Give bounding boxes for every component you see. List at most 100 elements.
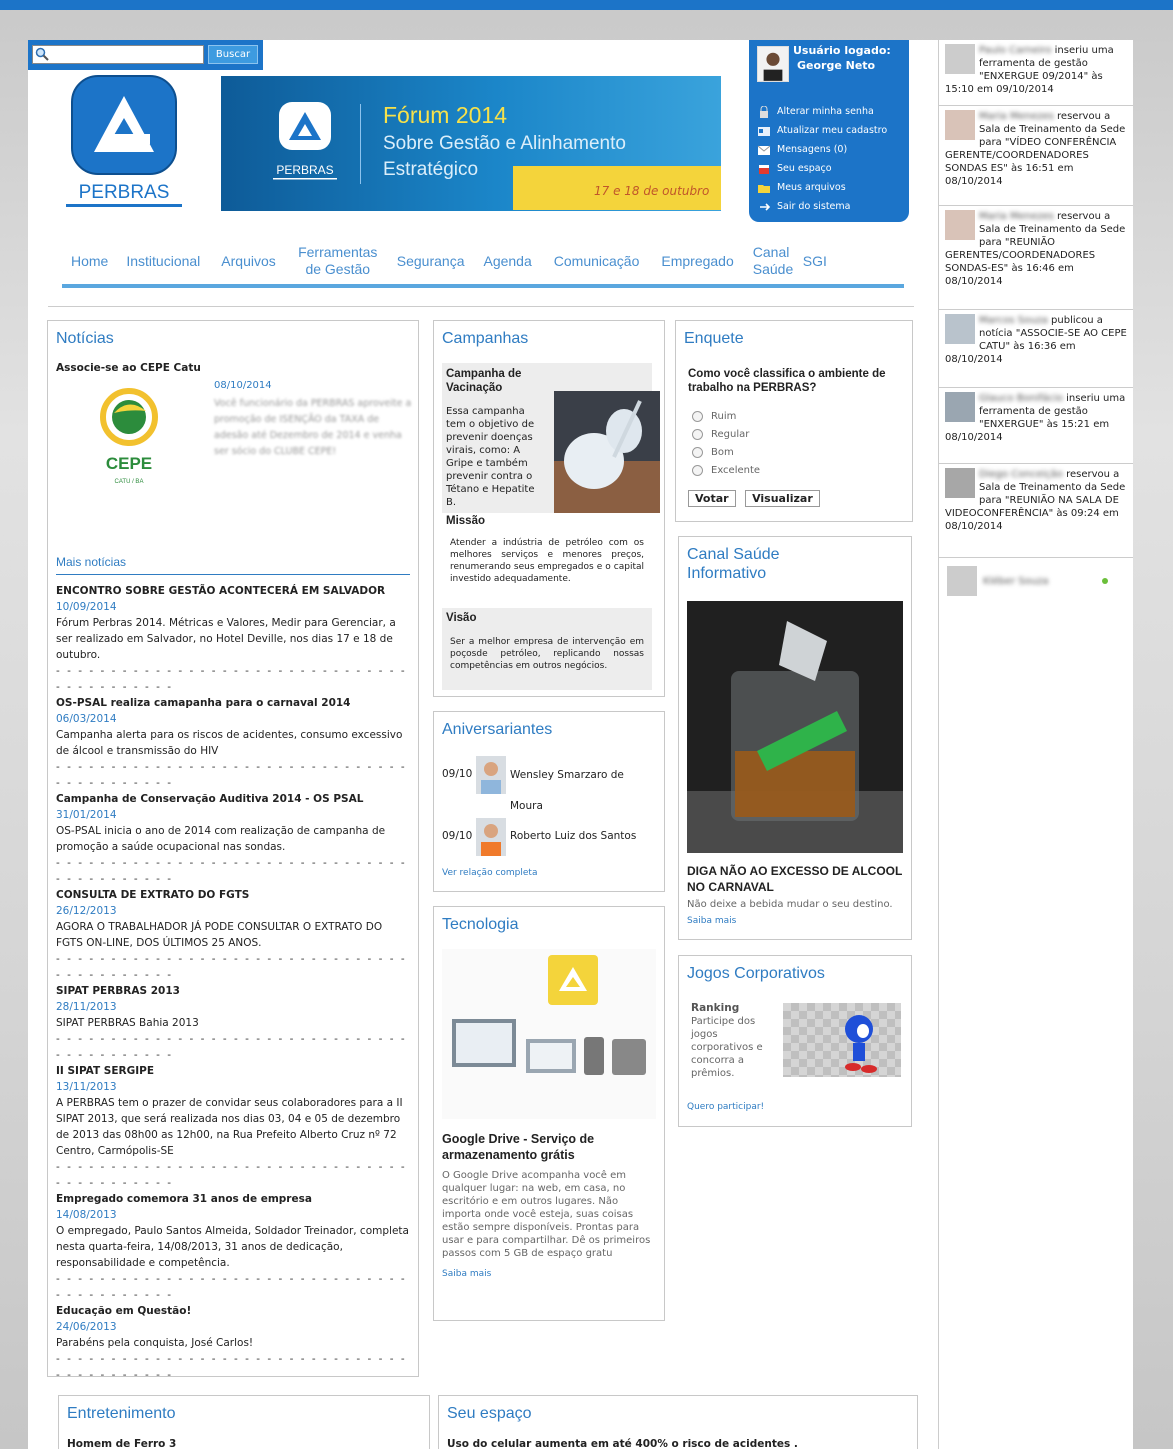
activity-item[interactable]: Glauco Bonifácio inseriu uma ferramenta … [939,388,1133,464]
logout-link[interactable]: Sair do sistema [757,197,887,216]
birthdays-full-list-link[interactable]: Ver relação completa [442,868,537,878]
avatar [945,468,975,498]
search-button[interactable]: Buscar [208,45,258,64]
user-name: George Neto [797,59,876,72]
featured-news-text: Você funcionário da PERBRAS aproveite a … [214,398,412,457]
my-space-link[interactable]: Seu espaço [757,159,887,178]
health-read-more-link[interactable]: Saiba mais [687,916,736,926]
nav-seguranca[interactable]: Segurança [388,253,474,270]
poll-option-excelente[interactable]: Excelente [692,461,760,479]
mission-block: Missão Atender a indústria de petróleo c… [442,515,652,585]
my-files-link[interactable]: Meus arquivos [757,178,887,197]
nav-comunicacao[interactable]: Comunicação [542,253,652,270]
user-avatar[interactable] [757,46,789,82]
nav-home[interactable]: Home [62,253,117,270]
more-news-title[interactable]: Mais notícias [56,555,410,575]
update-profile-link[interactable]: Atualizar meu cadastro [757,121,887,140]
featured-news-title[interactable]: Associe-se ao CEPE Catu [56,362,410,374]
activity-item[interactable]: Paulo Carneiro inseriu uma ferramenta de… [939,40,1133,106]
avatar [947,566,977,596]
poll-option-bom[interactable]: Bom [692,443,760,461]
avatar [476,818,506,856]
entertainment-panel: Entretenimento Homem de Ferro 3 [58,1395,430,1449]
perbras-logo[interactable]: PERBRAS [66,74,186,214]
news-title: Notícias [56,330,114,347]
news-item[interactable]: SIPAT PERBRAS 2013 28/11/2013 SIPAT PERBRA… [56,983,410,1063]
ranking-heading: Ranking [691,1002,740,1014]
activity-item[interactable]: Diego Conceição reservou a Sala de Trein… [939,464,1133,558]
banner-title: Fórum 2014 [383,102,508,128]
your-space-title: Seu espaço [447,1405,532,1422]
poll-panel: Enquete Como você classifica o ambiente … [675,320,913,522]
main-page: Buscar PERBRAS PERBRAS Fórum 2014 Sobre … [28,40,938,1449]
view-results-button[interactable]: Visualizar [745,490,820,507]
nav-ferramentas[interactable]: Ferramentas de Gestão [288,244,388,278]
avatar [945,392,975,422]
avatar [945,110,975,140]
birthday-item[interactable]: 09/10 Roberto Luiz dos Santos [442,818,660,856]
search-input[interactable] [32,45,204,64]
nav-agenda[interactable]: Agenda [473,253,541,270]
search-icon [35,47,49,61]
news-item[interactable]: Empregado comemora 31 anos de empresa 14/… [56,1191,410,1303]
campaign-card[interactable]: Campanha de Vacinação Essa campanha tem … [442,363,660,513]
vision-title: Visão [446,612,477,624]
sonic-image[interactable] [783,1003,901,1077]
forum-banner[interactable]: PERBRAS Fórum 2014 Sobre Gestão e Alinha… [221,76,721,211]
news-item[interactable]: CONSULTA DE EXTRATO DO FGTS 26/12/2013 AGO… [56,887,410,983]
birthdays-title: Aniversariantes [442,721,553,738]
radio-icon[interactable] [692,428,703,440]
nav-sgi[interactable]: SGI [794,253,836,270]
games-text: Participe dos jogos corporativos e conco… [691,1016,763,1079]
activity-item[interactable]: Maria Menezes reservou a Sala de Treinam… [939,206,1133,310]
health-channel-title: Canal Saúde Informativo [687,546,780,582]
banner-logo-icon: PERBRAS [273,102,337,180]
birthday-item[interactable]: 09/10 Wensley Smarzaro de Moura [442,756,660,814]
radio-icon[interactable] [692,410,703,422]
vaccine-image [554,391,660,513]
health-article-text: Não deixe a bebida mudar o seu destino. [687,899,893,910]
cepe-logo[interactable]: CEPE CATU / BA [94,387,164,487]
health-article-title[interactable]: DIGA NÃO AO EXCESSO DE ALCOOL NO CARNAVA… [687,863,903,895]
news-item[interactable]: OS-PSAL realiza camapanha para o carnava… [56,695,410,791]
campaigns-panel: Campanhas Campanha de Vacinação Essa cam… [433,320,665,697]
activity-item[interactable]: Maria Menezes reservou a Sala de Treinam… [939,106,1133,206]
featured-news-date: 08/10/2014 [214,380,272,391]
nav-canal-saude[interactable]: Canal Saúde [744,244,794,278]
svg-text:CATU / BA: CATU / BA [115,479,144,485]
news-item[interactable]: ENCONTRO SOBRE GESTÃO ACONTECERÁ EM SALV… [56,583,410,695]
poll-option-regular[interactable]: Regular [692,425,760,443]
technology-article-title[interactable]: Google Drive - Serviço de armazenamento … [442,1131,656,1163]
nav-institucional[interactable]: Institucional [117,253,209,270]
poll-title: Enquete [684,330,744,347]
mission-title: Missão [446,515,485,527]
logo-text: PERBRAS [79,182,170,203]
alcohol-campaign-image[interactable] [687,601,903,853]
radio-icon[interactable] [692,446,703,458]
nav-arquivos[interactable]: Arquivos [209,253,287,270]
news-item[interactable]: Campanha de Conservação Auditiva 2014 - … [56,791,410,887]
activity-item[interactable]: Marcos Souza publicou a notícia "ASSOCIE… [939,310,1133,388]
nav-empregado[interactable]: Empregado [651,253,743,270]
vote-button[interactable]: Votar [688,490,736,507]
google-drive-image[interactable] [442,949,656,1119]
messages-link[interactable]: Mensagens (0) [757,140,887,159]
poll-buttons: Votar Visualizar [688,490,826,507]
online-status-icon [1102,578,1108,584]
entertainment-item[interactable]: Homem de Ferro 3 [67,1438,176,1449]
folder-icon [757,182,771,194]
your-space-item[interactable]: Uso do celular aumenta em até 400% o ris… [447,1438,798,1449]
technology-read-more-link[interactable]: Saiba mais [442,1269,491,1279]
technology-title: Tecnologia [442,916,519,933]
activity-sidebar: Paulo Carneiro inseriu uma ferramenta de… [938,40,1133,1449]
games-participate-link[interactable]: Quero participar! [687,1102,764,1112]
online-user[interactable]: Kléber Souza [939,558,1133,602]
poll-option-ruim[interactable]: Ruim [692,407,760,425]
news-item[interactable]: Educação em Questão! 24/06/2013 Parabéns p… [56,1303,410,1383]
technology-article-text: O Google Drive acompanha você em qualque… [442,1170,651,1259]
change-password-link[interactable]: Alterar minha senha [757,102,887,121]
radio-icon[interactable] [692,464,703,476]
user-label: Usuário logado: [793,44,891,57]
avatar [476,756,506,794]
news-item[interactable]: II SIPAT SERGIPE 13/11/2013 A PERBRAS tem … [56,1063,410,1191]
